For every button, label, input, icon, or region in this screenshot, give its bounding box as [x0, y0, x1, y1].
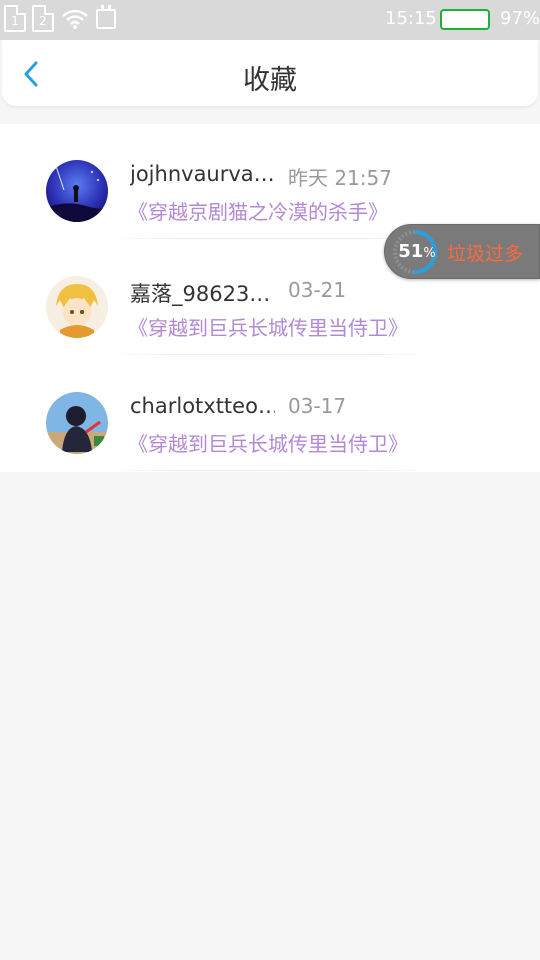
top-bar: 收藏 [2, 40, 538, 106]
sim-2-label: 2 [39, 14, 47, 28]
battery-icon [440, 9, 490, 30]
battery-fill [444, 13, 485, 26]
sim-card-1-icon: 1 [4, 5, 26, 32]
avatar[interactable] [46, 276, 108, 338]
username: charlotxtteo… [130, 394, 275, 418]
junk-percent-value: 51 [398, 241, 424, 262]
sim-1-label: 1 [11, 14, 19, 28]
timestamp: 03-21 [288, 278, 347, 302]
junk-percent-sign: % [423, 246, 436, 261]
favorites-list: jojhnvaurva… 昨天 21:57 《穿越京剧猫之冷漠的杀手》 嘉落_9… [0, 124, 540, 472]
status-bar: 1 2 15:15 97% [0, 0, 540, 40]
junk-cleaner-widget[interactable]: 51% 垃圾过多 [384, 224, 540, 279]
junk-warning-label: 垃圾过多 [447, 243, 524, 265]
avatar[interactable] [46, 392, 108, 454]
divider [110, 238, 430, 239]
battery-percent: 97% [500, 8, 540, 29]
avatar[interactable] [46, 160, 108, 222]
username: jojhnvaurva… [130, 162, 275, 186]
username: 嘉落_98623… [130, 282, 271, 306]
timestamp: 昨天 21:57 [288, 166, 392, 190]
wifi-icon [60, 7, 90, 31]
page-title: 收藏 [243, 65, 297, 96]
book-title-link[interactable]: 《穿越到巨兵长城传里当侍卫》 [128, 312, 408, 341]
status-time: 15:15 [385, 8, 437, 29]
status-icons: 1 2 [4, 4, 116, 32]
book-title-link[interactable]: 《穿越京剧猫之冷漠的杀手》 [128, 196, 388, 225]
timestamp: 03-17 [288, 394, 347, 418]
junk-percent: 51% [397, 241, 437, 262]
list-item[interactable]: charlotxtteo… 03-17 《穿越到巨兵长城传里当侍卫》 [0, 356, 540, 472]
divider [110, 354, 430, 355]
book-title-link[interactable]: 《穿越到巨兵长城传里当侍卫》 [128, 428, 408, 457]
divider [110, 470, 430, 471]
sd-card-icon [96, 4, 116, 29]
list-item[interactable]: jojhnvaurva… 昨天 21:57 《穿越京剧猫之冷漠的杀手》 [0, 124, 540, 240]
sim-card-2-icon: 2 [32, 5, 54, 32]
